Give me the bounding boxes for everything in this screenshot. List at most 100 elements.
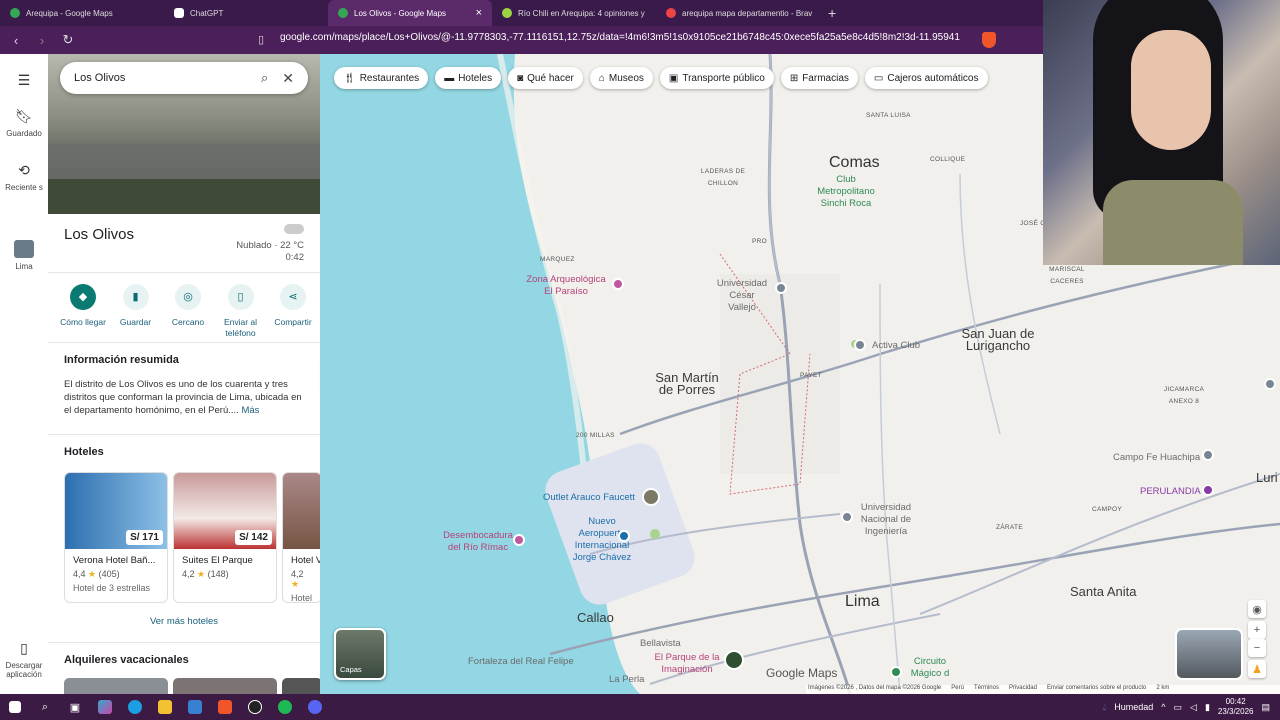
close-icon[interactable]: ✕	[282, 70, 294, 87]
map-label-lima[interactable]: Lima	[845, 594, 880, 610]
search-box[interactable]: Los Olivos ⌕ ✕	[60, 62, 308, 94]
map-label-club[interactable]: Club Metropolitano Sinchi Roca	[816, 174, 876, 210]
map-label-sjl[interactable]: San Juan de Lurigancho	[958, 327, 1038, 352]
parque-photo-marker[interactable]	[724, 650, 744, 670]
weather-drop-icon[interactable]: 💧︎	[1103, 702, 1107, 713]
rail-lima[interactable]: Lima	[0, 240, 48, 271]
hotel-card[interactable]: S/ 171 Verona Hotel Bañ... 4,4 ★ (405) H…	[64, 472, 168, 603]
street-view-thumbnail[interactable]	[1175, 628, 1243, 680]
park-marker-icon[interactable]	[890, 666, 902, 678]
notifications-icon[interactable]: ▤	[1261, 702, 1270, 713]
copilot-icon[interactable]	[93, 697, 117, 717]
edge-icon[interactable]	[123, 697, 147, 717]
tab-los-olivos[interactable]: Los Olivos - Google Maps ×	[328, 0, 492, 26]
chip-pharmacies[interactable]: ⊞ Farmacias	[780, 67, 858, 89]
tab-arequipa[interactable]: Arequipa - Google Maps	[0, 0, 164, 26]
hotel-card[interactable]: Hotel V 4,2 ★ Hotel d	[282, 472, 320, 603]
chevron-up-icon[interactable]: ^	[1161, 702, 1165, 712]
layers-button[interactable]: Capas	[334, 628, 386, 680]
windows-start-icon[interactable]	[3, 697, 27, 717]
poi-marker-icon[interactable]	[513, 534, 525, 546]
poi-marker-icon[interactable]	[612, 278, 624, 290]
url-field[interactable]: google.com/maps/place/Los+Olivos/@-11.97…	[280, 32, 960, 48]
airport-icon[interactable]	[618, 530, 630, 542]
search-input[interactable]: Los Olivos	[74, 72, 125, 84]
rental-card[interactable]	[64, 678, 168, 694]
search-icon[interactable]: ⌕	[33, 697, 57, 717]
brave-shield-icon[interactable]	[982, 32, 996, 48]
map-label-ucv[interactable]: Universidad César Vallejo	[716, 278, 768, 314]
map-label-comas[interactable]: Comas	[829, 155, 880, 171]
tab-rio-chili[interactable]: Río Chili en Arequipa: 4 opiniones y	[492, 0, 656, 26]
my-location-icon[interactable]: ◉	[1248, 600, 1266, 618]
zoom-out-button[interactable]: −	[1248, 639, 1266, 657]
new-tab-icon[interactable]: +	[828, 5, 836, 21]
spotify-icon[interactable]	[273, 697, 297, 717]
task-view-icon[interactable]: ▣	[63, 697, 87, 717]
poi-marker-icon[interactable]	[854, 339, 866, 351]
tab-chatgpt[interactable]: ChatGPT	[164, 0, 328, 26]
map-label[interactable]: Desembocadura del Río Rímac	[438, 530, 518, 554]
chip-things-to-do[interactable]: ◙ Qué hacer	[508, 67, 583, 89]
map-label[interactable]: PERULANDIA	[1140, 486, 1201, 498]
send-to-phone-button[interactable]: ▯ Enviar al teléfono	[216, 284, 266, 339]
attribution-country[interactable]: Perú	[951, 685, 964, 694]
chip-museums[interactable]: ⌂ Museos	[589, 67, 653, 89]
terms-link[interactable]: Términos	[974, 685, 999, 694]
university-marker-icon[interactable]	[841, 511, 853, 523]
map-label[interactable]: El Parque de la Imaginación	[654, 652, 720, 676]
university-marker-icon[interactable]	[775, 282, 787, 294]
bookmark-icon[interactable]: ▯	[258, 33, 264, 46]
hotel-card[interactable]: S/ 142 Suites El Parque 4,2 ★ (148)	[173, 472, 277, 603]
feedback-link[interactable]: Enviar comentarios sobre el producto	[1047, 685, 1146, 694]
menu-icon[interactable]: ☰	[0, 72, 48, 93]
chip-hotels[interactable]: ▬ Hoteles	[435, 67, 502, 89]
discord-icon[interactable]	[303, 697, 327, 717]
directions-button[interactable]: ◆ Cómo llegar	[58, 284, 108, 339]
forward-icon[interactable]: ›	[32, 33, 52, 48]
reload-icon[interactable]: ↻	[58, 32, 78, 48]
back-icon[interactable]: ‹	[6, 33, 26, 48]
share-button[interactable]: ⋖ Compartir	[268, 284, 318, 339]
map-label[interactable]: Campo Fe Huachipa	[1113, 452, 1200, 464]
rail-download-app[interactable]: ▯ Descargar aplicación	[0, 640, 48, 679]
poi-marker-icon[interactable]	[1264, 378, 1276, 390]
tab-arequipa-mapa[interactable]: arequipa mapa departamentio - Brav	[656, 0, 820, 26]
chatgpt-icon[interactable]	[243, 697, 267, 717]
map-label-santa-anita[interactable]: Santa Anita	[1070, 585, 1137, 598]
map-label-smp[interactable]: San Martín de Porres	[654, 371, 720, 396]
more-link[interactable]: Más	[241, 405, 259, 416]
file-explorer-icon[interactable]	[153, 697, 177, 717]
poi-marker-icon[interactable]	[1202, 449, 1214, 461]
save-button[interactable]: ▮ Guardar	[111, 284, 161, 339]
brave-icon[interactable]	[213, 697, 237, 717]
poi-marker-icon[interactable]	[1202, 484, 1214, 496]
zoom-in-button[interactable]: +	[1248, 621, 1266, 639]
rental-card[interactable]	[173, 678, 277, 694]
close-tab-icon[interactable]: ×	[476, 7, 482, 19]
chip-transit[interactable]: ▣ Transporte público	[659, 67, 774, 89]
search-icon[interactable]: ⌕	[261, 70, 268, 86]
weather-widget[interactable]: Humedad	[1114, 702, 1153, 712]
outlet-photo-marker[interactable]	[642, 488, 660, 506]
map-label-zona[interactable]: Zona Arqueológica El Paraíso	[526, 274, 606, 298]
map-label[interactable]: Fortaleza del Real Felipe	[468, 656, 574, 668]
rail-saved[interactable]: 🔖︎ Guardado	[0, 108, 48, 138]
more-hotels-link[interactable]: Ver más hoteles	[48, 616, 320, 627]
network-icon[interactable]: ▭	[1174, 702, 1183, 713]
chip-atms[interactable]: ▭ Cajeros automáticos	[864, 67, 988, 89]
map-label[interactable]: Circuito Mágico d	[905, 656, 955, 680]
rental-card[interactable]	[282, 678, 320, 694]
chip-restaurants[interactable]: 🍴︎ Restaurantes	[334, 67, 429, 89]
pegman-icon[interactable]: ♟	[1248, 660, 1266, 678]
map-label[interactable]: Activa Club	[872, 340, 920, 352]
volume-icon[interactable]: ◁	[1190, 702, 1197, 713]
mic-icon[interactable]: ▮	[1205, 702, 1210, 713]
clock[interactable]: 00:42 23/3/2026	[1218, 697, 1254, 717]
nearby-button[interactable]: ◎ Cercano	[163, 284, 213, 339]
scale-bar[interactable]: 2 km	[1156, 685, 1169, 694]
map-label[interactable]: Outlet Arauco Faucett	[543, 492, 635, 504]
map-label[interactable]: Universidad Nacional de Ingeniería	[856, 502, 916, 538]
map-label-callao[interactable]: Callao	[577, 611, 614, 624]
privacy-link[interactable]: Privacidad	[1009, 685, 1037, 694]
